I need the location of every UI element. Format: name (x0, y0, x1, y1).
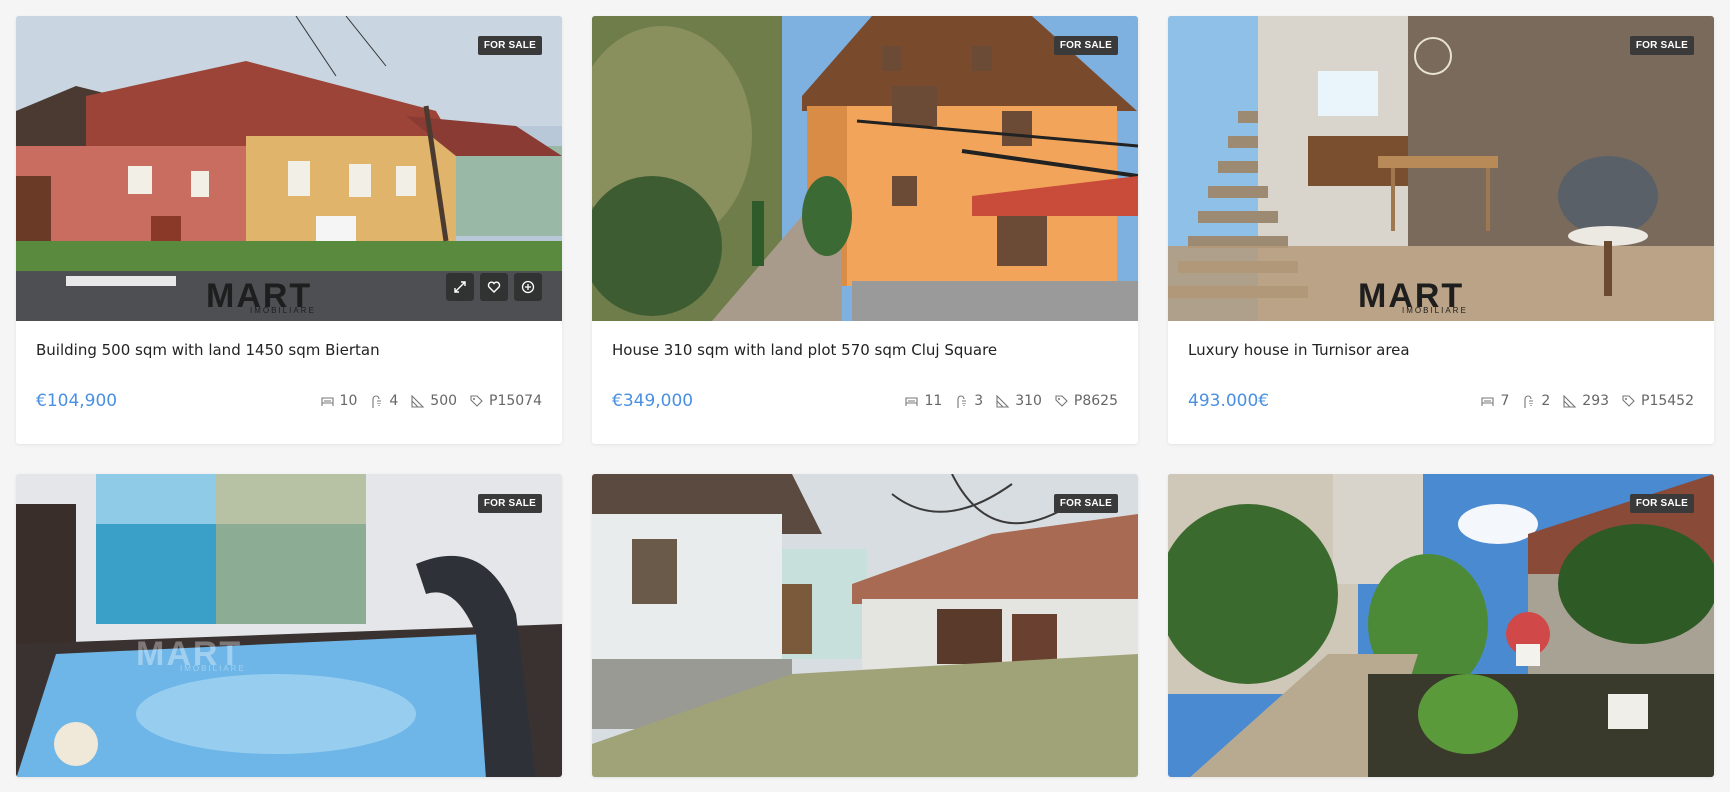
rooms-feature: 11 (904, 393, 942, 409)
listing-photo[interactable]: FOR SALE MART IMOBILIARE (16, 16, 562, 321)
bed-icon (905, 396, 918, 406)
listing-photo[interactable]: FOR SALE (1168, 474, 1714, 777)
listing-features: 10 4 500 P15074 (320, 393, 542, 409)
listing-body: Building 500 sqm with land 1450 sqm Bier… (16, 321, 562, 444)
status-badge: FOR SALE (477, 494, 542, 513)
agency-logo: MART IMOBILIARE (136, 635, 246, 673)
listing-price: 493.000€ (1188, 391, 1270, 411)
heart-icon (487, 281, 501, 293)
tag-icon (1622, 394, 1635, 407)
baths-feature: 3 (954, 393, 983, 409)
status-badge: FOR SALE (1053, 494, 1118, 513)
listing-features: 7 2 293 P15452 (1480, 393, 1694, 409)
ref-feature: P15452 (1621, 393, 1694, 409)
rooms-feature: 7 (1480, 393, 1509, 409)
shower-icon (957, 395, 967, 408)
status-badge: FOR SALE (477, 36, 542, 55)
agency-logo: MART IMOBILIARE (206, 277, 316, 315)
compare-button[interactable] (514, 273, 542, 301)
listing-photo[interactable]: FOR SALE MART IMOBILIARE (16, 474, 562, 777)
garden-photo (1168, 474, 1714, 777)
listing-body: House 310 sqm with land plot 570 sqm Clu… (592, 321, 1138, 444)
shower-icon (372, 395, 382, 408)
jacuzzi-photo (16, 474, 562, 777)
tag-icon (1055, 394, 1068, 407)
status-badge: FOR SALE (1629, 36, 1694, 55)
house-photo (592, 16, 1138, 321)
area-feature: 500 (410, 393, 457, 409)
listing-photo[interactable]: FOR SALE (592, 474, 1138, 777)
listing-price: €349,000 (612, 391, 694, 411)
listing-body: Luxury house in Turnisor area 493.000€ 7… (1168, 321, 1714, 444)
bed-icon (320, 396, 334, 406)
area-feature: 293 (1562, 393, 1609, 409)
favorite-button[interactable] (480, 273, 508, 301)
area-icon (411, 394, 425, 408)
status-badge: FOR SALE (1629, 494, 1694, 513)
listing-photo[interactable]: FOR SALE (592, 16, 1138, 321)
area-icon (1563, 394, 1577, 408)
listing-card[interactable]: FOR SALE (1168, 474, 1714, 777)
area-feature: 310 (995, 393, 1042, 409)
listing-price: €104,900 (36, 391, 118, 411)
listings-grid: FOR SALE MART IMOBILIARE Building 500 sq… (16, 16, 1714, 777)
interior-photo (1168, 16, 1714, 321)
listing-features: 11 3 310 P8625 (904, 393, 1118, 409)
rooms-feature: 10 (320, 393, 357, 409)
baths-feature: 2 (1521, 393, 1550, 409)
ref-feature: P15074 (469, 393, 542, 409)
shower-icon (1524, 395, 1534, 408)
bed-icon (1481, 396, 1494, 406)
area-icon (996, 394, 1010, 408)
listing-title[interactable]: Building 500 sqm with land 1450 sqm Bier… (36, 341, 542, 359)
plus-circle-icon (521, 280, 535, 294)
agency-logo: MART IMOBILIARE (1358, 277, 1468, 315)
status-badge: FOR SALE (1053, 36, 1118, 55)
listing-title[interactable]: House 310 sqm with land plot 570 sqm Clu… (612, 341, 1118, 359)
expand-button[interactable] (446, 273, 474, 301)
listing-title[interactable]: Luxury house in Turnisor area (1188, 341, 1694, 359)
courtyard-photo (592, 474, 1138, 777)
tag-icon (470, 394, 483, 407)
listing-card[interactable]: FOR SALE (592, 474, 1138, 777)
listing-card[interactable]: FOR SALE House 310 sqm with land plot 57… (592, 16, 1138, 444)
listing-card[interactable]: FOR SALE MART IMOBILIARE (16, 474, 562, 777)
listing-card[interactable]: FOR SALE MART IMOBILIARE Luxury house in… (1168, 16, 1714, 444)
listing-card[interactable]: FOR SALE MART IMOBILIARE Building 500 sq… (16, 16, 562, 444)
ref-feature: P8625 (1054, 393, 1118, 409)
listing-photo[interactable]: FOR SALE MART IMOBILIARE (1168, 16, 1714, 321)
expand-icon (454, 281, 466, 293)
baths-feature: 4 (369, 393, 398, 409)
photo-actions (446, 273, 542, 301)
